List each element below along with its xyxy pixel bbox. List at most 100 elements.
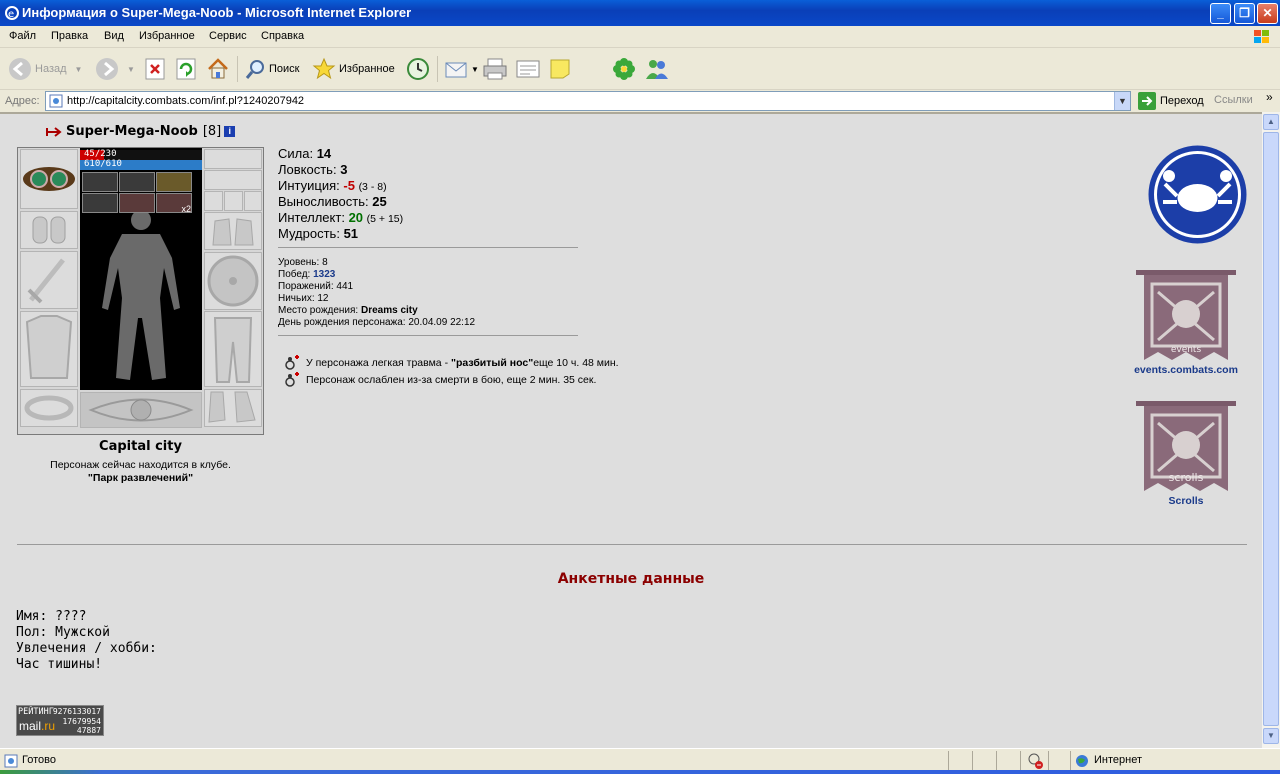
boots-slot[interactable] [204,389,262,427]
go-button[interactable]: Переход [1138,92,1204,110]
belt-slot[interactable] [20,389,78,427]
potion-slot-1[interactable] [82,172,118,192]
fist-emblem-icon [88,398,194,422]
weapon-slot[interactable] [20,251,78,309]
character-level: [8] [202,124,222,139]
icq-button[interactable] [612,56,636,82]
scrolls-link[interactable]: Scrolls [1136,495,1236,507]
links-chevron-icon[interactable]: » [1266,90,1273,104]
stat-breakdown: (3 - 8) [358,181,387,193]
svg-text:e: e [8,9,14,20]
home-icon [208,58,228,79]
profile-name: Имя: ???? [16,609,87,624]
minimize-button[interactable]: _ [1210,3,1231,24]
menu-help[interactable]: Справка [261,30,304,42]
helmet-slot[interactable] [20,149,78,209]
address-dropdown-icon[interactable]: ▼ [1114,92,1130,110]
gloves-slot[interactable] [204,212,262,250]
scrolls-banner-text: scrolls [1169,471,1204,484]
discuss-button[interactable] [548,56,572,82]
privacy-icon[interactable] [1026,753,1044,769]
legs-slot[interactable] [204,311,262,387]
scroll-down-icon[interactable]: ▼ [1263,728,1279,744]
menu-tools[interactable]: Сервис [209,30,247,42]
wins-row: Побед: 1323 [278,269,336,280]
scrolls-banner-icon[interactable]: scrolls [1136,401,1236,497]
vertical-scrollbar[interactable]: ▲ ▼ [1262,112,1280,748]
shield-slot[interactable] [204,252,262,310]
weakness-icon[interactable] [284,371,300,388]
messenger-button[interactable] [644,56,670,82]
ring-slot-1[interactable] [204,191,223,211]
links-toolbar[interactable]: Ссылки [1214,94,1253,106]
ring-slot-3[interactable] [244,191,262,211]
scroll-thumb[interactable] [1263,132,1279,726]
draws-row: Ничьих: 12 [278,293,329,304]
profile-hobby-label: Увлечения / хобби: [16,641,157,656]
menu-favorites[interactable]: Избранное [139,30,195,42]
go-label: Переход [1160,95,1204,107]
counter-value-1: 9276133017 [52,707,101,716]
injury-icon[interactable] [284,354,300,371]
bracer-icon [32,216,66,244]
menu-edit[interactable]: Правка [51,30,88,42]
earring-slot[interactable] [204,149,262,169]
mailru-counter[interactable]: РЕЙТИНГ 9276133017 17679954 47887 mail.r… [16,705,104,736]
back-arrow-icon [9,58,31,80]
address-label: Адрес: [5,95,40,107]
menu-view[interactable]: Вид [104,30,124,42]
potion-slot-2[interactable] [119,172,155,192]
stat-breakdown: (5 + 15) [366,213,404,225]
icq-flower-icon [613,58,635,80]
potion-slot-4[interactable] [82,193,118,213]
stop-button[interactable] [145,56,165,82]
refresh-button[interactable] [176,56,196,82]
forward-dropdown-icon[interactable]: ▼ [127,65,135,74]
events-banner-icon[interactable]: events [1136,270,1236,366]
info-icon[interactable]: i [224,126,236,137]
potion-slot-5[interactable] [119,193,155,213]
taskbar-edge [0,770,1280,774]
mail-button[interactable]: ▼ [444,56,479,82]
scroll-up-icon[interactable]: ▲ [1263,114,1279,130]
print-button[interactable] [482,56,508,82]
level-value: 8 [322,257,328,268]
bracers-slot[interactable] [20,211,78,249]
ring-slot-2[interactable] [224,191,243,211]
favorites-button[interactable]: Избранное [312,56,395,82]
history-button[interactable] [405,56,431,82]
stat-label: Интуиция: [278,178,340,193]
stat-row: Сила: 14 [278,146,403,162]
security-zone: Интернет [1094,754,1142,766]
back-label: Назад [35,63,67,75]
search-button[interactable]: Поиск [244,56,299,82]
back-dropdown-icon[interactable]: ▼ [75,65,83,74]
character-header: Super-Mega-Noob [8] i [46,124,236,139]
city-name: Capital city [99,439,182,454]
stat-label: Выносливость: [278,194,369,209]
window-title: Информация о Super-Mega-Noob - Microsoft… [22,5,412,20]
address-input[interactable]: http://capitalcity.combats.com/inf.pl?12… [45,91,1131,111]
amulet-slot[interactable] [204,170,262,190]
armor-slot[interactable] [20,311,78,387]
greaves-icon [213,317,253,383]
stat-row: Мудрость: 51 [278,226,403,242]
home-button[interactable] [206,56,230,82]
back-button[interactable]: Назад ▼ [8,56,82,82]
events-link[interactable]: events.combats.com [1126,364,1246,376]
refresh-icon [176,58,196,80]
crab-logo-icon[interactable] [1147,144,1248,245]
menu-bar: Файл Правка Вид Избранное Сервис Справка [0,26,1280,48]
mail-dropdown-icon[interactable]: ▼ [471,65,479,74]
forward-button[interactable]: ▼ [95,56,135,82]
counter-rating-label: РЕЙТИНГ [18,707,54,717]
close-button[interactable]: ✕ [1257,3,1278,24]
menu-file[interactable]: Файл [9,30,36,42]
wins-link[interactable]: 1323 [313,269,335,280]
maximize-button[interactable]: ❐ [1234,3,1255,24]
potion-slot-3[interactable] [156,172,192,192]
potion-slot-6[interactable]: x2 [156,193,192,214]
edit-button[interactable] [515,56,541,82]
club-name: "Парк развлечений" [87,472,194,484]
favorites-label: Избранное [339,63,395,75]
